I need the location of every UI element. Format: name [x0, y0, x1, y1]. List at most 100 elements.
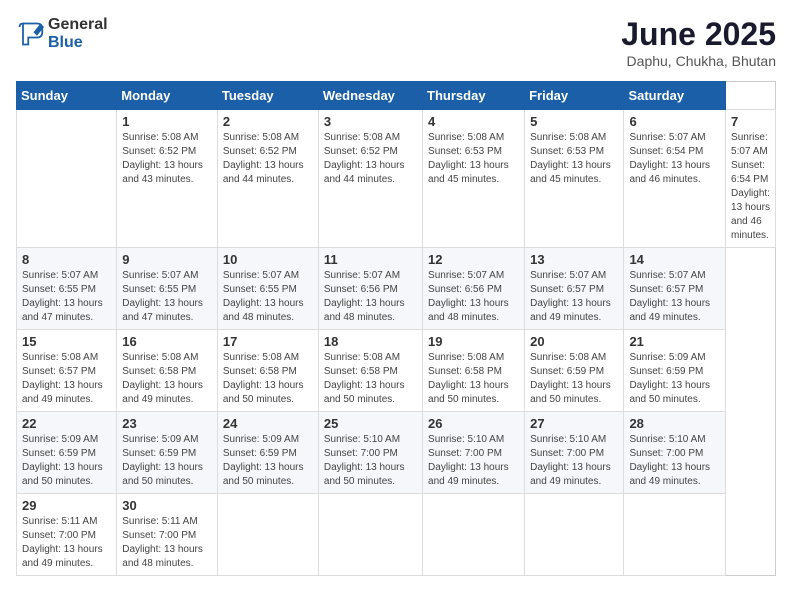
- logo-text: General Blue: [48, 16, 108, 52]
- header-friday: Friday: [525, 82, 624, 110]
- sunrise-text: Sunrise: 5:10 AM: [530, 434, 606, 445]
- day-info: Sunrise: 5:07 AMSunset: 6:55 PMDaylight:…: [122, 269, 212, 325]
- daylight-text: Daylight: 13 hours and 50 minutes.: [324, 462, 405, 487]
- daylight-text: Daylight: 13 hours and 50 minutes.: [223, 380, 304, 405]
- daylight-text: Daylight: 13 hours and 50 minutes.: [223, 462, 304, 487]
- daylight-text: Daylight: 13 hours and 48 minutes.: [428, 298, 509, 323]
- sunset-text: Sunset: 7:00 PM: [629, 448, 703, 459]
- daylight-text: Daylight: 13 hours and 49 minutes.: [428, 462, 509, 487]
- sunrise-text: Sunrise: 5:08 AM: [223, 132, 299, 143]
- sunset-text: Sunset: 6:59 PM: [22, 448, 96, 459]
- sunrise-text: Sunrise: 5:09 AM: [223, 434, 299, 445]
- day-info: Sunrise: 5:09 AMSunset: 6:59 PMDaylight:…: [629, 351, 720, 407]
- daylight-text: Daylight: 13 hours and 49 minutes.: [530, 462, 611, 487]
- day-info: Sunrise: 5:07 AMSunset: 6:55 PMDaylight:…: [22, 269, 111, 325]
- day-number: 24: [223, 416, 313, 431]
- calendar-week-1: 1Sunrise: 5:08 AMSunset: 6:52 PMDaylight…: [17, 110, 776, 248]
- sunrise-text: Sunrise: 5:09 AM: [122, 434, 198, 445]
- day-info: Sunrise: 5:10 AMSunset: 7:00 PMDaylight:…: [324, 433, 417, 489]
- day-number: 27: [530, 416, 618, 431]
- day-number: 29: [22, 498, 111, 513]
- calendar-cell: 7Sunrise: 5:07 AMSunset: 6:54 PMDaylight…: [726, 110, 776, 248]
- sunrise-text: Sunrise: 5:08 AM: [324, 352, 400, 363]
- day-number: 21: [629, 334, 720, 349]
- calendar-cell: 11Sunrise: 5:07 AMSunset: 6:56 PMDayligh…: [318, 248, 422, 330]
- calendar-cell: 28Sunrise: 5:10 AMSunset: 7:00 PMDayligh…: [624, 412, 726, 494]
- sunrise-text: Sunrise: 5:08 AM: [122, 132, 198, 143]
- day-info: Sunrise: 5:10 AMSunset: 7:00 PMDaylight:…: [629, 433, 720, 489]
- day-number: 23: [122, 416, 212, 431]
- day-info: Sunrise: 5:07 AMSunset: 6:57 PMDaylight:…: [530, 269, 618, 325]
- day-number: 17: [223, 334, 313, 349]
- header-row: Sunday Monday Tuesday Wednesday Thursday…: [17, 82, 776, 110]
- sunset-text: Sunset: 6:57 PM: [530, 284, 604, 295]
- sunset-text: Sunset: 6:52 PM: [223, 146, 297, 157]
- subtitle: Daphu, Chukha, Bhutan: [621, 53, 776, 69]
- calendar-cell: 2Sunrise: 5:08 AMSunset: 6:52 PMDaylight…: [217, 110, 318, 248]
- header-sunday: Sunday: [17, 82, 117, 110]
- daylight-text: Daylight: 13 hours and 48 minutes.: [223, 298, 304, 323]
- calendar-cell: 9 Sunrise: 5:07 AMSunset: 6:55 PMDaylight…: [117, 248, 218, 330]
- calendar-week-4: 22Sunrise: 5:09 AMSunset: 6:59 PMDayligh…: [17, 412, 776, 494]
- day-number: 25: [324, 416, 417, 431]
- calendar-cell: 19Sunrise: 5:08 AMSunset: 6:58 PMDayligh…: [423, 330, 525, 412]
- sunrise-text: Sunrise: 5:08 AM: [428, 352, 504, 363]
- day-number: 20: [530, 334, 618, 349]
- header-tuesday: Tuesday: [217, 82, 318, 110]
- daylight-text: Daylight: 13 hours and 49 minutes.: [22, 380, 103, 405]
- daylight-text: Daylight: 13 hours and 44 minutes.: [324, 160, 405, 185]
- day-number: 1: [122, 114, 212, 129]
- day-number: 9: [122, 252, 212, 267]
- calendar-cell: 23Sunrise: 5:09 AMSunset: 6:59 PMDayligh…: [117, 412, 218, 494]
- sunrise-text: Sunrise: 5:07 AM: [22, 270, 98, 281]
- daylight-text: Daylight: 13 hours and 50 minutes.: [122, 462, 203, 487]
- sunset-text: Sunset: 6:53 PM: [428, 146, 502, 157]
- logo: General Blue: [16, 16, 108, 52]
- day-info: Sunrise: 5:07 AMSunset: 6:54 PMDaylight:…: [629, 131, 720, 187]
- logo-blue: Blue: [48, 34, 83, 51]
- daylight-text: Daylight: 13 hours and 46 minutes.: [731, 188, 770, 241]
- calendar-cell: 5Sunrise: 5:08 AMSunset: 6:53 PMDaylight…: [525, 110, 624, 248]
- sunset-text: Sunset: 6:56 PM: [428, 284, 502, 295]
- day-info: Sunrise: 5:11 AMSunset: 7:00 PMDaylight:…: [122, 515, 212, 571]
- calendar-cell: 6 Sunrise: 5:07 AMSunset: 6:54 PMDaylight…: [624, 110, 726, 248]
- calendar-cell: 22Sunrise: 5:09 AMSunset: 6:59 PMDayligh…: [17, 412, 117, 494]
- daylight-text: Daylight: 13 hours and 47 minutes.: [22, 298, 103, 323]
- day-info: Sunrise: 5:07 AMSunset: 6:57 PMDaylight:…: [629, 269, 720, 325]
- calendar-cell: 4Sunrise: 5:08 AMSunset: 6:53 PMDaylight…: [423, 110, 525, 248]
- day-number: 2: [223, 114, 313, 129]
- daylight-text: Daylight: 13 hours and 50 minutes.: [22, 462, 103, 487]
- calendar-cell: 26Sunrise: 5:10 AMSunset: 7:00 PMDayligh…: [423, 412, 525, 494]
- sunrise-text: Sunrise: 5:07 AM: [428, 270, 504, 281]
- sunrise-text: Sunrise: 5:07 AM: [629, 132, 705, 143]
- sunset-text: Sunset: 6:58 PM: [324, 366, 398, 377]
- day-number: 10: [223, 252, 313, 267]
- sunset-text: Sunset: 6:59 PM: [223, 448, 297, 459]
- daylight-text: Daylight: 13 hours and 48 minutes.: [122, 544, 203, 569]
- day-number: 26: [428, 416, 519, 431]
- sunset-text: Sunset: 7:00 PM: [428, 448, 502, 459]
- day-info: Sunrise: 5:08 AMSunset: 6:58 PMDaylight:…: [223, 351, 313, 407]
- calendar-week-2: 8Sunrise: 5:07 AMSunset: 6:55 PMDaylight…: [17, 248, 776, 330]
- sunrise-text: Sunrise: 5:11 AM: [122, 516, 197, 527]
- day-number: 12: [428, 252, 519, 267]
- day-info: Sunrise: 5:07 AM Sunset: 6:56 PM Daylight:…: [428, 269, 519, 325]
- header-monday: Monday: [117, 82, 218, 110]
- sunrise-text: Sunrise: 5:11 AM: [22, 516, 97, 527]
- day-number: 6: [629, 114, 720, 129]
- sunset-text: Sunset: 6:54 PM: [731, 160, 768, 185]
- logo-icon: [16, 20, 44, 48]
- calendar-cell: 24 Sunrise: 5:09 AM Sunset: 6:59 PM Dayligh…: [217, 412, 318, 494]
- sunrise-text: Sunrise: 5:09 AM: [22, 434, 98, 445]
- day-number: 8: [22, 252, 111, 267]
- sunset-text: Sunset: 6:59 PM: [629, 366, 703, 377]
- calendar-cell: 21 Sunrise: 5:09 AMSunset: 6:59 PMDayligh…: [624, 330, 726, 412]
- day-info: Sunrise: 5:08 AMSunset: 6:52 PMDaylight:…: [122, 131, 212, 187]
- sunrise-text: Sunrise: 5:08 AM: [324, 132, 400, 143]
- calendar-cell: 30Sunrise: 5:11 AMSunset: 7:00 PMDayligh…: [117, 494, 218, 576]
- sunrise-text: Sunrise: 5:07 AM: [223, 270, 299, 281]
- sunset-text: Sunset: 6:53 PM: [530, 146, 604, 157]
- sunset-text: Sunset: 6:55 PM: [122, 284, 196, 295]
- day-info: Sunrise: 5:08 AMSunset: 6:57 PMDaylight:…: [22, 351, 111, 407]
- day-info: Sunrise: 5:08 AMSunset: 6:58 PMDaylight:…: [122, 351, 212, 407]
